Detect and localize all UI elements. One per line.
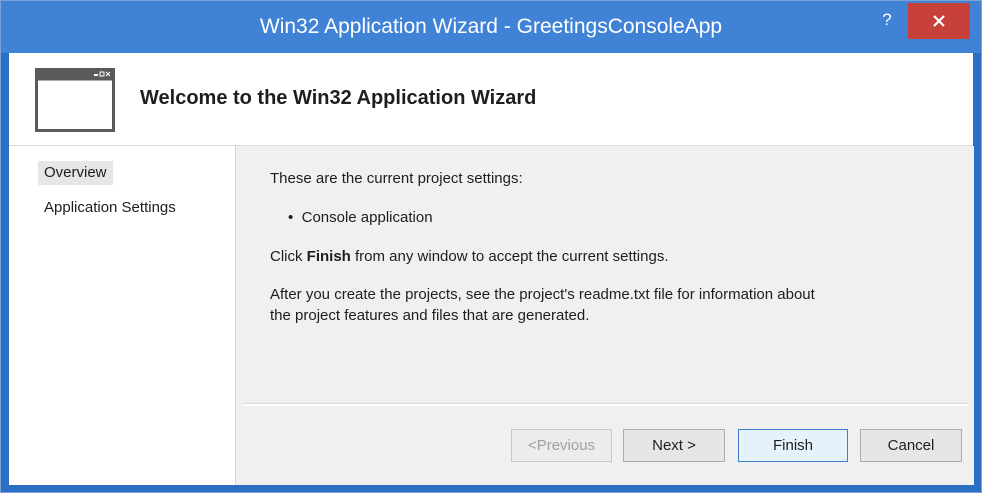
settings-intro: These are the current project settings: (270, 170, 523, 187)
nav-item-application-settings[interactable]: Application Settings (38, 196, 182, 220)
banner-title: Welcome to the Win32 Application Wizard (140, 87, 537, 109)
wizard-banner: Welcome to the Win32 Application Wizard (9, 53, 973, 146)
wizard-main-panel: These are the current project settings: … (235, 146, 974, 485)
bullet-text: Console application (301, 209, 433, 226)
close-button[interactable] (908, 3, 970, 39)
after-create-line-2: the project features and files that are … (270, 307, 590, 324)
wizard-nav: Overview Application Settings (9, 146, 235, 485)
close-x-icon (933, 15, 945, 27)
finish-instructions: Click Finish from any window to accept t… (270, 246, 669, 267)
after-create-line-1: After you create the projects, see the p… (270, 286, 815, 303)
wizard-window-icon (35, 68, 115, 132)
previous-button[interactable]: <Previous (511, 429, 612, 462)
finish-button[interactable]: Finish (738, 429, 848, 462)
title-bar[interactable]: Win32 Application Wizard - GreetingsCons… (1, 1, 981, 53)
finish-suffix: from any window to accept the current se… (350, 248, 669, 265)
window-title: Win32 Application Wizard - GreetingsCons… (259, 15, 723, 38)
button-separator (242, 403, 969, 406)
finish-bold-word: Finish (306, 248, 351, 265)
finish-prefix: Click (270, 248, 307, 265)
wizard-content: Welcome to the Win32 Application Wizard … (9, 53, 974, 485)
settings-bullet: • Console application (288, 207, 433, 228)
next-button[interactable]: Next > (623, 429, 725, 462)
wizard-window: Win32 Application Wizard - GreetingsCons… (0, 0, 982, 493)
bullet-dot: • (288, 209, 294, 226)
nav-item-overview[interactable]: Overview (38, 161, 113, 185)
cancel-button[interactable]: Cancel (860, 429, 962, 462)
help-button[interactable]: ? (877, 9, 897, 31)
